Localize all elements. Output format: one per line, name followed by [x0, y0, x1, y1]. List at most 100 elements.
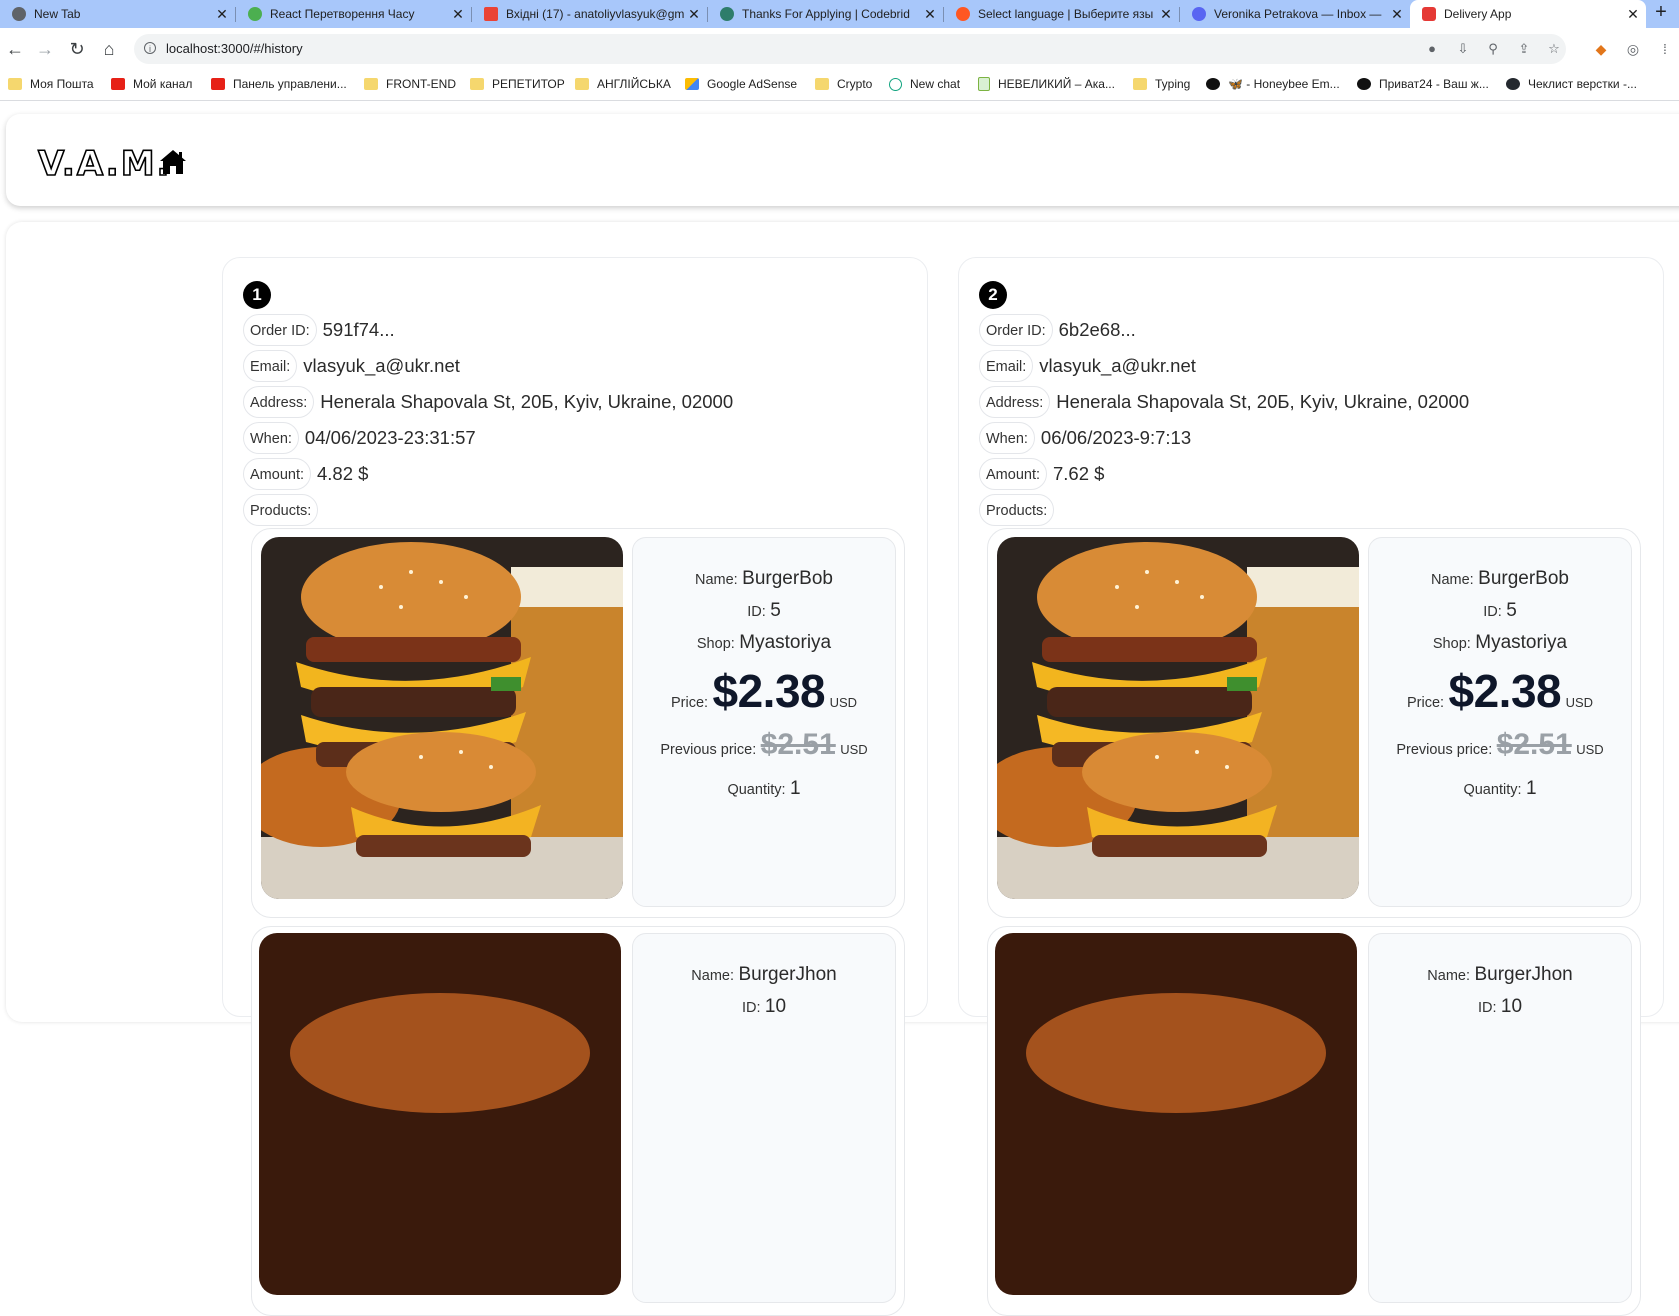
browser-toolbar: ← → ↻ ⌂ i localhost:3000/#/history ● ⇩ ⚲…	[0, 28, 1679, 70]
tab-new-tab[interactable]: New Tab ✕	[0, 0, 235, 28]
currency-label: USD	[829, 695, 858, 710]
close-icon[interactable]: ✕	[213, 6, 231, 23]
when-label: When:	[979, 422, 1035, 454]
name-label: Name:	[1427, 968, 1471, 984]
products-label: Products:	[979, 494, 1055, 526]
doc-icon	[978, 77, 990, 91]
app-header: V.A.M.	[6, 114, 1679, 206]
bookmark-item[interactable]: Мой канал	[111, 77, 192, 91]
address-row: Address: Henerala Shapovala St, 20Б, Kyiv…	[243, 385, 733, 419]
address-label: Address:	[979, 386, 1051, 418]
name-label: Name:	[694, 572, 738, 588]
tab-inbox[interactable]: Veronika Petrakova — Inbox — ✕	[1180, 0, 1410, 28]
close-icon[interactable]: ✕	[685, 6, 703, 23]
close-icon[interactable]: ✕	[449, 6, 467, 23]
bookmark-item[interactable]: Моя Пошта	[8, 77, 94, 91]
bookmark-label: НЕВЕЛИКИЙ – Ака...	[998, 77, 1115, 91]
url-text[interactable]: localhost:3000/#/history	[166, 41, 303, 56]
bookmark-item[interactable]: 🦋 - Honeybee Em...	[1206, 77, 1340, 91]
tab-favicon-icon	[1192, 7, 1206, 21]
close-icon[interactable]: ✕	[1157, 6, 1175, 23]
bookmark-item[interactable]: Панель управлени...	[211, 77, 347, 91]
id-label: ID:	[1483, 604, 1502, 620]
address-bar[interactable]: i localhost:3000/#/history ● ⇩ ⚲ ⇪ ☆	[134, 34, 1566, 64]
app-logo[interactable]: V.A.M.	[37, 143, 171, 185]
quantity-label: Quantity:	[1463, 782, 1522, 798]
bookmark-label: АНГЛІЙСЬКА	[597, 77, 671, 91]
bookmark-item[interactable]: Чеклист верстки -...	[1506, 77, 1637, 91]
tab-select-language[interactable]: Select language | Выберите язы ✕	[944, 0, 1179, 28]
burger-image	[259, 933, 621, 1295]
product-details: Name: BurgerBob ID: 5 Shop: Myastoriya P…	[632, 537, 896, 907]
github-icon	[1506, 78, 1520, 90]
when-value: 06/06/2023-9:7:13	[1040, 427, 1192, 448]
bookmark-item[interactable]: НЕВЕЛИКИЙ – Ака...	[978, 77, 1115, 91]
close-icon[interactable]: ✕	[1624, 6, 1642, 23]
openai-icon	[889, 77, 902, 91]
address-label: Address:	[243, 386, 315, 418]
tab-title: Veronika Petrakova — Inbox —	[1214, 7, 1382, 21]
product-name: BurgerJhon	[738, 964, 837, 985]
metamask-extension-icon[interactable]: ◆	[1590, 38, 1612, 60]
product-previous-price: $2.51	[760, 728, 836, 761]
tab-gmail[interactable]: Вхідні (17) - anatoliyvlasyuk@gm ✕	[472, 0, 707, 28]
bookmark-item[interactable]: Приват24 - Ваш ж...	[1357, 77, 1489, 91]
site-info-icon[interactable]: i	[144, 42, 156, 54]
bookmark-label: Typing	[1155, 77, 1191, 91]
email-row: Email: vlasyuk_a@ukr.net	[243, 349, 460, 383]
bookmark-item[interactable]: Typing	[1133, 77, 1190, 91]
folder-icon	[364, 78, 378, 90]
order-card: 1 Order ID: 591f74... Email: vlasyuk_a@ukr…	[222, 257, 928, 1316]
new-tab-plus-icon[interactable]: +	[1649, 1, 1673, 24]
bookmark-item[interactable]: АНГЛІЙСЬКА	[575, 77, 671, 91]
amount-label: Amount:	[979, 458, 1047, 490]
burger-image	[995, 933, 1357, 1295]
bookmark-item[interactable]: Crypto	[815, 77, 872, 91]
product-details: Name: BurgerBob ID: 5 Shop: Myastoriya P…	[1368, 537, 1632, 907]
product-shop: Myastoriya	[739, 632, 832, 653]
product-id: 5	[1506, 600, 1517, 621]
tab-react[interactable]: React Перетворення Часу ✕	[236, 0, 471, 28]
location-icon[interactable]: ●	[1423, 40, 1441, 58]
close-icon[interactable]: ✕	[1388, 6, 1406, 23]
address-row: Address: Henerala Shapovala St, 20Б, Kyiv…	[979, 385, 1469, 419]
share-icon[interactable]: ⇪	[1515, 40, 1533, 58]
bookmarks-bar: Моя Пошта Мой канал Панель управлени... …	[0, 70, 1679, 101]
id-label: ID:	[741, 1000, 761, 1016]
product-details: Name: BurgerJhon ID: 10	[1368, 933, 1632, 1303]
product-quantity: 1	[1525, 778, 1537, 799]
extensions-icon[interactable]: ⁞	[1654, 38, 1676, 60]
bookmark-label: Crypto	[837, 77, 873, 91]
previous-price-label: Previous price:	[1396, 742, 1493, 758]
currency-label: USD	[1576, 742, 1604, 757]
burger-image	[997, 537, 1359, 899]
product-id: 5	[770, 600, 781, 621]
home-icon[interactable]: ⌂	[96, 36, 122, 62]
tab-codebridge[interactable]: Thanks For Applying | Codebrid ✕	[708, 0, 943, 28]
tab-favicon-icon	[248, 7, 262, 21]
globe-extension-icon[interactable]: ◎	[1622, 38, 1644, 60]
bookmark-star-icon[interactable]: ☆	[1545, 40, 1563, 58]
when-label: When:	[243, 422, 299, 454]
bookmark-item[interactable]: FRONT-END	[364, 77, 456, 91]
product-shop: Myastoriya	[1475, 632, 1568, 653]
forward-arrow-icon[interactable]: →	[32, 36, 58, 62]
products-row: Products:	[979, 493, 1055, 527]
order-number-badge: 2	[979, 281, 1007, 309]
back-arrow-icon[interactable]: ←	[2, 36, 28, 62]
email-label: Email:	[243, 350, 298, 382]
reload-icon[interactable]: ↻	[64, 36, 90, 62]
tab-delivery-app[interactable]: Delivery App ✕	[1410, 0, 1646, 28]
folder-icon	[470, 78, 484, 90]
quantity-label: Quantity:	[727, 782, 786, 798]
bookmark-item[interactable]: РЕПЕТИТОР	[470, 77, 565, 91]
install-app-icon[interactable]: ⇩	[1454, 40, 1472, 58]
product-card: Name: BurgerJhon ID: 10	[987, 926, 1641, 1316]
tab-title: Thanks For Applying | Codebrid	[742, 7, 910, 21]
close-icon[interactable]: ✕	[921, 6, 939, 23]
zoom-icon[interactable]: ⚲	[1484, 40, 1502, 58]
bookmark-item[interactable]: Google AdSense	[685, 77, 797, 91]
home-icon[interactable]	[158, 148, 188, 176]
bookmark-item[interactable]: New chat	[889, 77, 960, 91]
chrome-icon	[12, 7, 26, 21]
